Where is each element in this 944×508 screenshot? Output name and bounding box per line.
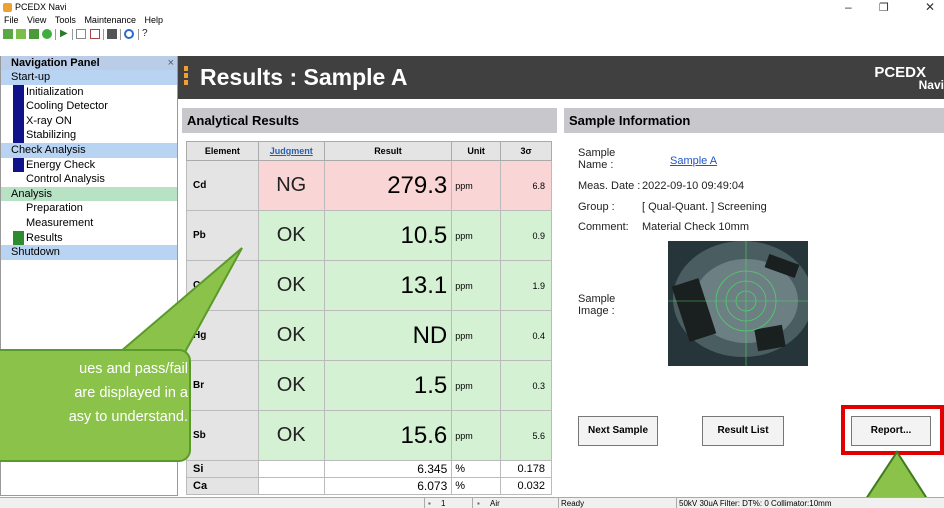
app-window: PCEDX Navi – ❐ ✕ File View Tools Mainten… bbox=[0, 0, 944, 508]
status-divider bbox=[472, 498, 473, 508]
status-state: Ready bbox=[561, 499, 585, 508]
callout-text: ues and pass/fail are displayed in a asy… bbox=[0, 357, 188, 429]
status-bar: ▪ 1 ▪ Air Ready 50kV 30uA Filter: DT%: 0… bbox=[0, 497, 944, 508]
callout-line-1: ues and pass/fail bbox=[79, 361, 188, 377]
atmosphere-icon: ▪ bbox=[477, 499, 480, 508]
status-divider bbox=[676, 498, 677, 508]
sample-count-icon: ▪ bbox=[428, 499, 431, 508]
callout-line-2: are displayed in a bbox=[74, 385, 188, 401]
callout-pointer bbox=[117, 247, 243, 353]
status-field-1: 1 bbox=[441, 499, 446, 508]
status-atmosphere: Air bbox=[490, 499, 500, 508]
status-divider bbox=[424, 498, 425, 508]
status-divider bbox=[558, 498, 559, 508]
status-parameters: 50kV 30uA Filter: DT%: 0 Collimator:10mm bbox=[679, 499, 832, 508]
callout-line-3: asy to understand. bbox=[68, 409, 188, 425]
